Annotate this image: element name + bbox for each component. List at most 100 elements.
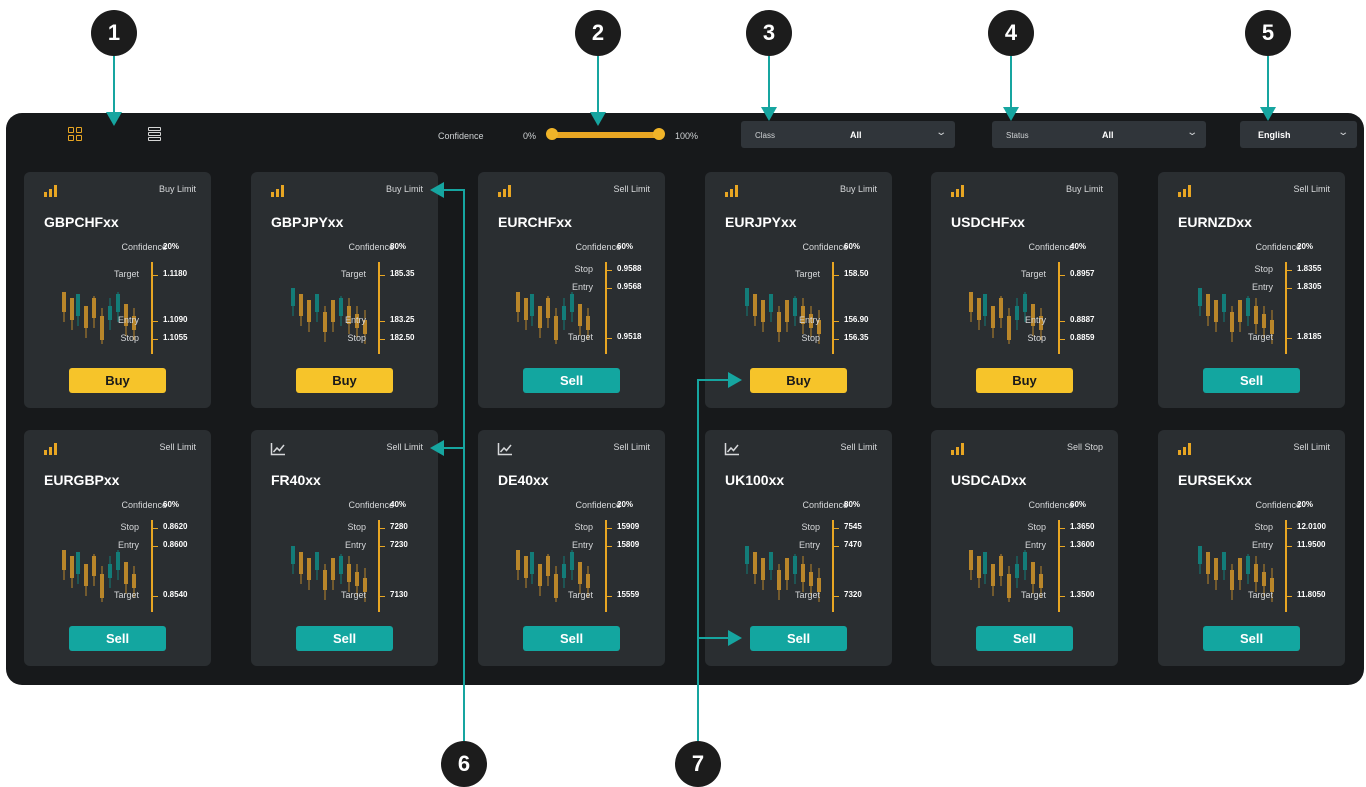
- signal-card[interactable]: Sell Limit FR40xx Confidence 40% Stop 7280 Ent…: [251, 430, 438, 666]
- sell-button[interactable]: Sell: [523, 368, 620, 393]
- entry-label: Entry: [344, 315, 366, 325]
- candle-body: [307, 300, 311, 322]
- target-value: 7130: [390, 590, 408, 599]
- candle-body: [745, 546, 749, 564]
- target-value: 185.35: [390, 269, 415, 278]
- sell-button[interactable]: Sell: [750, 626, 847, 651]
- entry-tick: [834, 546, 839, 547]
- signal-card[interactable]: Sell Limit EURSEKxx Confidence 20% Stop 12.01…: [1158, 430, 1345, 666]
- target-value: 1.1180: [163, 269, 188, 278]
- signal-card[interactable]: Buy Limit GBPJPYxx Confidence 80% Target 185.…: [251, 172, 438, 408]
- candle-body: [546, 556, 550, 576]
- signal-bars-icon: [497, 184, 513, 198]
- confidence-label: Confidence: [802, 242, 848, 252]
- candle-body: [1262, 572, 1266, 586]
- candle-body: [983, 294, 987, 316]
- target-label: Target: [1247, 590, 1273, 600]
- entry-value: 1.1090: [163, 315, 188, 324]
- callout-marker-1: 1: [91, 10, 137, 56]
- order-type-label: Sell Limit: [613, 184, 650, 194]
- candle-body: [331, 558, 335, 580]
- entry-label: Entry: [1251, 540, 1273, 550]
- confidence-value: 60%: [1070, 500, 1087, 509]
- signal-card[interactable]: Sell Limit UK100xx Confidence 80% Stop 7545 En…: [705, 430, 892, 666]
- candle-body: [977, 298, 981, 320]
- candle-body: [355, 572, 359, 586]
- callout-marker-4: 4: [988, 10, 1034, 56]
- entry-label: Entry: [571, 282, 593, 292]
- candle-body: [299, 294, 303, 316]
- signal-card[interactable]: Sell Limit EURCHFxx Confidence 60% Stop 0.958…: [478, 172, 665, 408]
- entry-tick: [153, 321, 158, 322]
- entry-label: Entry: [571, 540, 593, 550]
- candle-body: [299, 552, 303, 574]
- stop-label: Stop: [1027, 522, 1046, 532]
- language-dropdown[interactable]: English ⌄: [1240, 121, 1357, 148]
- target-label: Target: [567, 332, 593, 342]
- confidence-slider-min-handle[interactable]: [546, 128, 558, 140]
- candle-body: [76, 552, 80, 574]
- confidence-value: 40%: [1070, 242, 1087, 251]
- sell-button[interactable]: Sell: [69, 626, 166, 651]
- stop-label: Stop: [574, 522, 593, 532]
- buy-button[interactable]: Buy: [69, 368, 166, 393]
- candle-body: [1262, 314, 1266, 328]
- confidence-value: 20%: [1297, 500, 1314, 509]
- candle-body: [562, 306, 566, 320]
- confidence-slider-track[interactable]: [552, 132, 659, 138]
- order-type-label: Sell Limit: [1293, 184, 1330, 194]
- symbol-name: GBPCHFxx: [44, 214, 119, 230]
- candle-body: [753, 294, 757, 316]
- candle-body: [809, 572, 813, 586]
- annotated-screenshot: 1 2 3 4 5 6 7 Confidence 0% 100% Class A…: [0, 0, 1366, 787]
- buy-button[interactable]: Buy: [750, 368, 847, 393]
- class-filter-dropdown[interactable]: Class All ⌄: [741, 121, 955, 148]
- stop-tick: [1287, 270, 1292, 271]
- stop-tick: [380, 339, 385, 340]
- symbol-name: EURSEKxx: [1178, 472, 1252, 488]
- signal-card[interactable]: Buy Limit GBPCHFxx Confidence 20% Target 1.11…: [24, 172, 211, 408]
- target-value: 1.3500: [1070, 590, 1095, 599]
- candle-body: [1230, 570, 1234, 590]
- entry-label: Entry: [798, 315, 820, 325]
- candle-body: [1031, 562, 1035, 584]
- price-scale-line: [151, 520, 153, 612]
- price-scale-line: [832, 520, 834, 612]
- sell-button[interactable]: Sell: [296, 626, 393, 651]
- signal-card[interactable]: Sell Stop USDCADxx Confidence 60% Stop 1.3650…: [931, 430, 1118, 666]
- target-tick: [1060, 596, 1065, 597]
- list-view-icon[interactable]: [148, 127, 164, 143]
- signal-card[interactable]: Sell Limit EURGBPxx Confidence 60% Stop 0.862…: [24, 430, 211, 666]
- buy-button[interactable]: Buy: [976, 368, 1073, 393]
- buy-button[interactable]: Buy: [296, 368, 393, 393]
- entry-tick: [1060, 546, 1065, 547]
- status-filter-dropdown[interactable]: Status All ⌄: [992, 121, 1206, 148]
- signal-card[interactable]: Buy Limit EURJPYxx Confidence 60% Target 158.…: [705, 172, 892, 408]
- candle-body: [307, 558, 311, 580]
- candle-body: [524, 298, 528, 320]
- target-value: 11.8050: [1297, 590, 1326, 599]
- sell-button[interactable]: Sell: [1203, 626, 1300, 651]
- sell-button[interactable]: Sell: [976, 626, 1073, 651]
- sell-button[interactable]: Sell: [523, 626, 620, 651]
- signal-card[interactable]: Sell Limit DE40xx Confidence 20% Stop 15909 En…: [478, 430, 665, 666]
- confidence-value: 80%: [390, 242, 407, 251]
- signal-card[interactable]: Sell Limit EURNZDxx Confidence 20% Stop 1.835…: [1158, 172, 1345, 408]
- target-value: 7320: [844, 590, 862, 599]
- symbol-name: EURCHFxx: [498, 214, 572, 230]
- grid-view-icon[interactable]: [68, 127, 84, 143]
- sell-button[interactable]: Sell: [1203, 368, 1300, 393]
- stop-value: 0.9588: [617, 264, 642, 273]
- target-value: 0.8540: [163, 590, 188, 599]
- candle-body: [570, 552, 574, 570]
- signal-card[interactable]: Buy Limit USDCHFxx Confidence 40% Target 0.89…: [931, 172, 1118, 408]
- candle-body: [100, 316, 104, 340]
- chevron-down-icon: ⌄: [1186, 127, 1199, 138]
- stop-value: 1.3650: [1070, 522, 1095, 531]
- target-value: 158.50: [844, 269, 869, 278]
- confidence-slider-max-handle[interactable]: [653, 128, 665, 140]
- candle-body: [1246, 556, 1250, 574]
- target-tick: [153, 596, 158, 597]
- entry-tick: [1287, 288, 1292, 289]
- candle-body: [983, 552, 987, 574]
